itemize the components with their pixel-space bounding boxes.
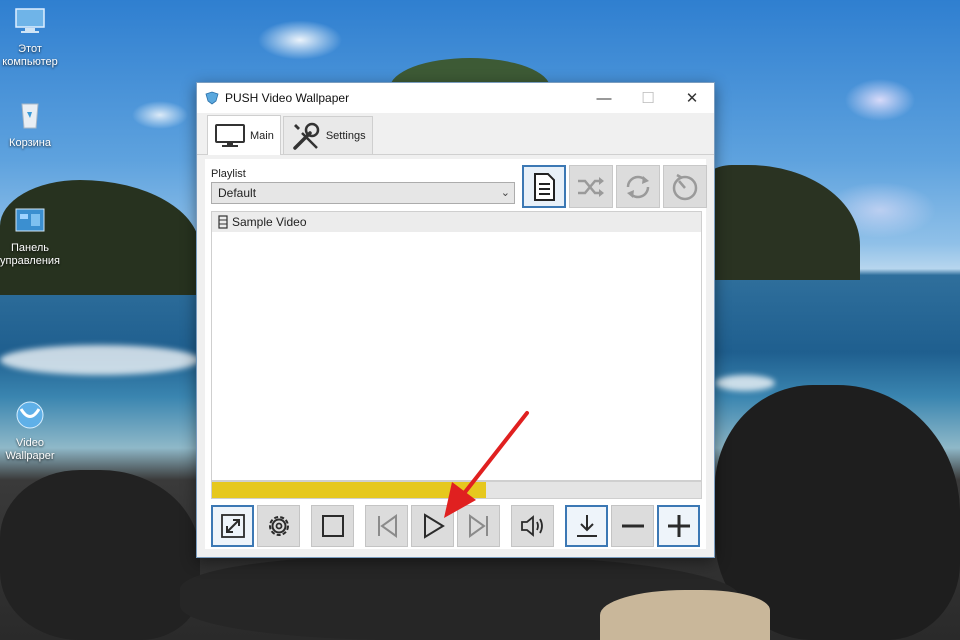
stop-icon: [321, 515, 344, 537]
minimize-button[interactable]: —: [582, 83, 626, 113]
list-item[interactable]: Sample Video: [212, 212, 701, 232]
tab-label: Main: [250, 129, 274, 142]
desktop-icon-this-pc[interactable]: Этот компьютер: [0, 6, 60, 69]
add-button[interactable]: [657, 505, 700, 547]
app-window: PUSH Video Wallpaper — ☐ ✕ Main Settings…: [196, 82, 715, 558]
repeat-button[interactable]: [616, 165, 660, 208]
desktop-icon-label: Wallpaper: [5, 450, 55, 462]
add-video-button[interactable]: [565, 505, 608, 547]
monitor-icon: [215, 123, 245, 147]
desktop-icon-label: Корзина: [9, 137, 51, 149]
skip-next-icon: [468, 514, 488, 538]
previous-button[interactable]: [365, 505, 408, 547]
skip-previous-icon: [377, 514, 397, 538]
minus-icon: [621, 524, 644, 528]
video-title: Sample Video: [232, 215, 307, 229]
speaker-icon: [520, 515, 543, 537]
shuffle-button[interactable]: [569, 165, 613, 208]
tab-main[interactable]: Main: [207, 115, 281, 155]
wallpaper-rocks-left: [0, 470, 200, 640]
desktop-icon-label: управления: [0, 255, 60, 267]
wallpaper-surf-right: [715, 375, 775, 391]
remove-video-button[interactable]: [611, 505, 654, 547]
document-icon: [534, 172, 555, 201]
expand-icon: [220, 514, 245, 538]
chevron-down-icon: ⌄: [500, 187, 510, 199]
progress-bar[interactable]: [211, 481, 702, 499]
playlist-label: Playlist: [211, 168, 246, 180]
play-icon: [423, 513, 445, 539]
title-bar[interactable]: PUSH Video Wallpaper — ☐ ✕: [197, 83, 714, 113]
tab-settings[interactable]: Settings: [282, 116, 373, 154]
recycle-bin-icon: [21, 103, 39, 129]
timer-button[interactable]: [663, 165, 707, 208]
progress-fill: [212, 482, 486, 498]
stop-button[interactable]: [311, 505, 354, 547]
tab-label: Settings: [325, 129, 366, 142]
timer-icon: [672, 173, 698, 200]
repeat-icon: [626, 175, 650, 198]
desktop-icon-control-panel[interactable]: Панель управления: [0, 205, 60, 268]
video-wallpaper-app-icon: [16, 401, 44, 429]
desktop-icon-label: компьютер: [2, 56, 58, 68]
close-button[interactable]: ✕: [670, 83, 714, 113]
window-title: PUSH Video Wallpaper: [225, 91, 350, 105]
wallpaper-sand: [600, 590, 770, 640]
play-button[interactable]: [411, 505, 454, 547]
wallpaper-surf: [0, 345, 200, 375]
desktop-icon-video-wallpaper[interactable]: Video Wallpaper: [0, 400, 60, 463]
maximize-button[interactable]: ☐: [626, 83, 670, 113]
control-panel-icon: [15, 208, 45, 232]
computer-icon: [15, 8, 45, 33]
tab-strip: Main Settings: [197, 113, 714, 155]
tools-icon: [293, 122, 320, 150]
fullscreen-button[interactable]: [211, 505, 254, 547]
next-button[interactable]: [457, 505, 500, 547]
main-panel: Playlist Default ⌄ Sample Video: [205, 159, 707, 549]
video-list[interactable]: Sample Video: [211, 211, 702, 481]
download-icon: [576, 515, 597, 537]
playlist-dropdown[interactable]: Default ⌄: [211, 182, 515, 204]
gear-icon: [268, 516, 289, 536]
desktop-icon-label: Video: [16, 437, 44, 449]
app-logo-icon: [205, 91, 219, 105]
wallpaper-headland-right: [700, 165, 860, 280]
desktop-icon-label: Панель: [10, 242, 49, 254]
film-icon: [218, 215, 228, 229]
shuffle-icon: [578, 176, 604, 197]
desktop-icon-label: Этот: [18, 43, 42, 55]
playlist-selected-value: Default: [218, 186, 257, 200]
playlist-file-button[interactable]: [522, 165, 566, 208]
desktop-icon-recycle-bin[interactable]: Корзина: [0, 100, 60, 150]
volume-button[interactable]: [511, 505, 554, 547]
settings-button[interactable]: [257, 505, 300, 547]
plus-icon: [667, 515, 690, 537]
